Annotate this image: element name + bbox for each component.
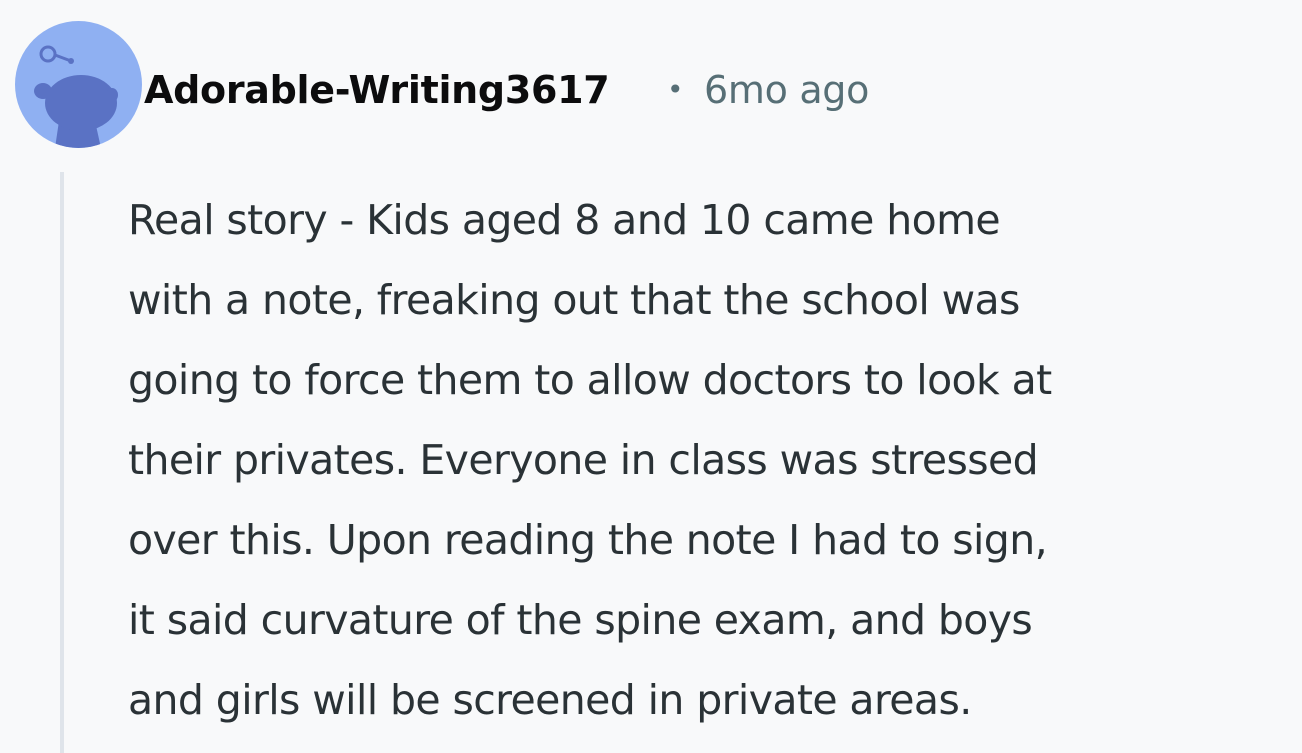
snoo-avatar-icon (34, 45, 118, 148)
comment-body-line: over this. Upon reading the note I had t… (128, 516, 1048, 564)
meta-separator: • (667, 73, 684, 106)
comment-body: Real story - Kids aged 8 and 10 came hom… (128, 180, 1298, 740)
comment-author[interactable]: Adorable-Writing3617 (144, 64, 610, 116)
comment: Adorable-Writing3617 • 6mo ago Real stor… (0, 0, 1302, 753)
comment-body-line: Real story - Kids aged 8 and 10 came hom… (128, 196, 1001, 244)
comment-body-line: their privates. Everyone in class was st… (128, 436, 1039, 484)
user-avatar[interactable] (15, 21, 142, 148)
comment-body-line: and girls will be screened in private ar… (128, 676, 972, 724)
comment-body-line: it said curvature of the spine exam, and… (128, 596, 1033, 644)
comment-timestamp[interactable]: 6mo ago (704, 64, 869, 116)
thread-collapse-line[interactable] (60, 172, 64, 753)
comment-body-line: going to force them to allow doctors to … (128, 356, 1052, 404)
comment-body-line: with a note, freaking out that the schoo… (128, 276, 1020, 324)
